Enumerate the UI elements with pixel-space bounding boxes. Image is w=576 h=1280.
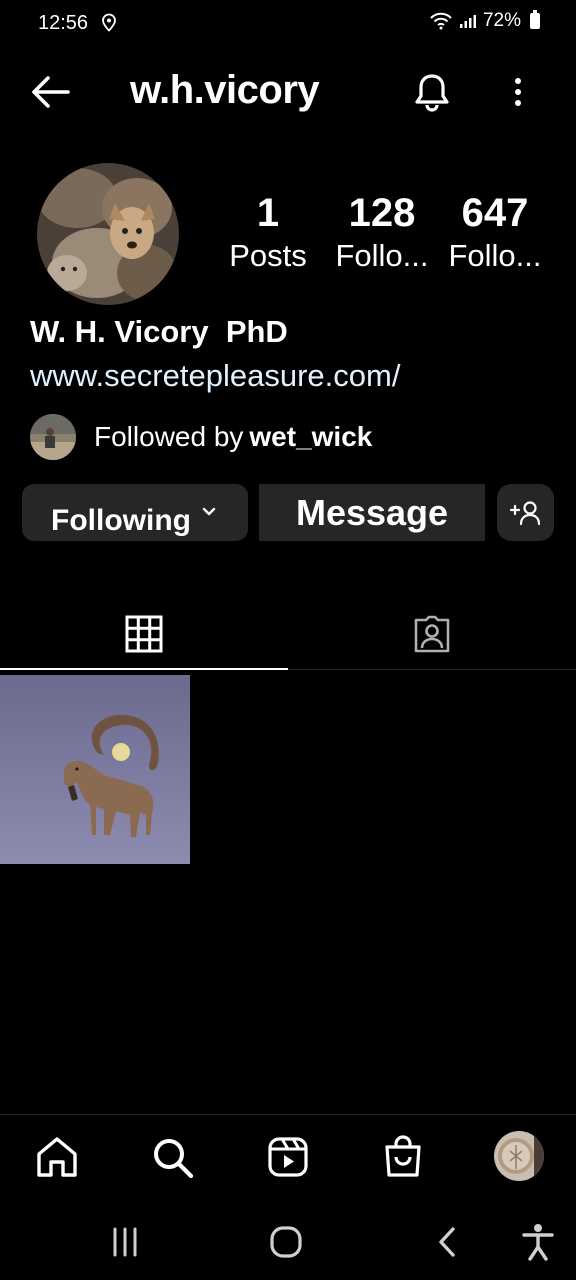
reels-icon (268, 1137, 308, 1177)
back-button[interactable] (424, 1218, 472, 1266)
home-button[interactable] (262, 1218, 310, 1266)
post-thumbnail[interactable] (0, 675, 190, 864)
add-user-button[interactable] (497, 484, 554, 541)
location-icon (102, 13, 116, 32)
chevron-down-icon (202, 507, 216, 515)
status-indicators: 72% (429, 10, 540, 32)
post-image (0, 675, 190, 864)
wifi-icon (430, 12, 452, 30)
posts-count: 1 (256, 191, 280, 235)
shop-bag-icon (385, 1135, 421, 1177)
more-vertical-icon[interactable] (505, 72, 531, 112)
following-label: Follo... (448, 238, 542, 273)
signal-icon (459, 15, 476, 28)
following-count: 647 (461, 191, 529, 235)
accessibility-button[interactable] (514, 1218, 562, 1266)
following-stat[interactable]: 647 Follo... (435, 190, 555, 276)
nav-reels[interactable] (264, 1133, 312, 1181)
bottom-nav (0, 1114, 576, 1202)
status-bar: 12:56 72% (0, 0, 576, 48)
nav-home[interactable] (33, 1133, 81, 1181)
system-nav-bar (0, 1202, 576, 1280)
add-user-icon (509, 500, 540, 525)
followed-by-user: wet_wick (249, 421, 373, 452)
tab-divider (288, 669, 576, 670)
profile-tabs (0, 598, 576, 672)
website-link[interactable]: www.secretepleasure.com/ (30, 358, 400, 394)
home-icon (37, 1137, 77, 1177)
active-tab-indicator (0, 668, 288, 670)
tab-tagged[interactable] (288, 598, 576, 670)
message-button[interactable]: Message (259, 484, 485, 541)
search-icon (154, 1139, 194, 1179)
following-button-label: Following (51, 504, 191, 537)
nav-search[interactable] (148, 1133, 196, 1181)
following-button[interactable]: Following (22, 484, 248, 541)
back-arrow-icon[interactable] (28, 72, 72, 112)
battery-percent: 72% (482, 10, 521, 31)
followed-by[interactable]: Followed by wet_wick (30, 414, 372, 460)
chevron-left-icon (439, 1227, 455, 1257)
status-time: 12:56 (38, 12, 89, 34)
profile-username: w.h.vicory (130, 68, 320, 112)
nav-profile-avatar[interactable] (494, 1131, 544, 1181)
followed-by-prefix: Followed by (94, 421, 244, 452)
grid-icon (125, 615, 163, 653)
tagged-person-icon (414, 615, 450, 653)
followers-label: Follo... (335, 238, 429, 273)
battery-icon (530, 10, 540, 29)
profile-stats: 1 Posts 128 Follo... 647 Follo... (0, 190, 576, 290)
recent-apps-button[interactable] (101, 1218, 149, 1266)
display-name: W. H. Vicory PhD (30, 314, 288, 349)
home-circle-icon (270, 1226, 302, 1258)
followers-count: 128 (348, 191, 416, 235)
nav-shop[interactable] (379, 1133, 427, 1181)
posts-label: Posts (229, 238, 307, 273)
accessibility-icon (522, 1224, 554, 1261)
posts-stat[interactable]: 1 Posts (208, 190, 328, 276)
bell-icon[interactable] (410, 70, 454, 114)
recent-apps-icon (113, 1227, 137, 1257)
mutual-avatar (30, 414, 76, 460)
tab-grid[interactable] (0, 598, 288, 670)
profile-header: w.h.vicory (0, 62, 576, 122)
avatar (494, 1131, 544, 1181)
followers-stat[interactable]: 128 Follo... (322, 190, 442, 276)
